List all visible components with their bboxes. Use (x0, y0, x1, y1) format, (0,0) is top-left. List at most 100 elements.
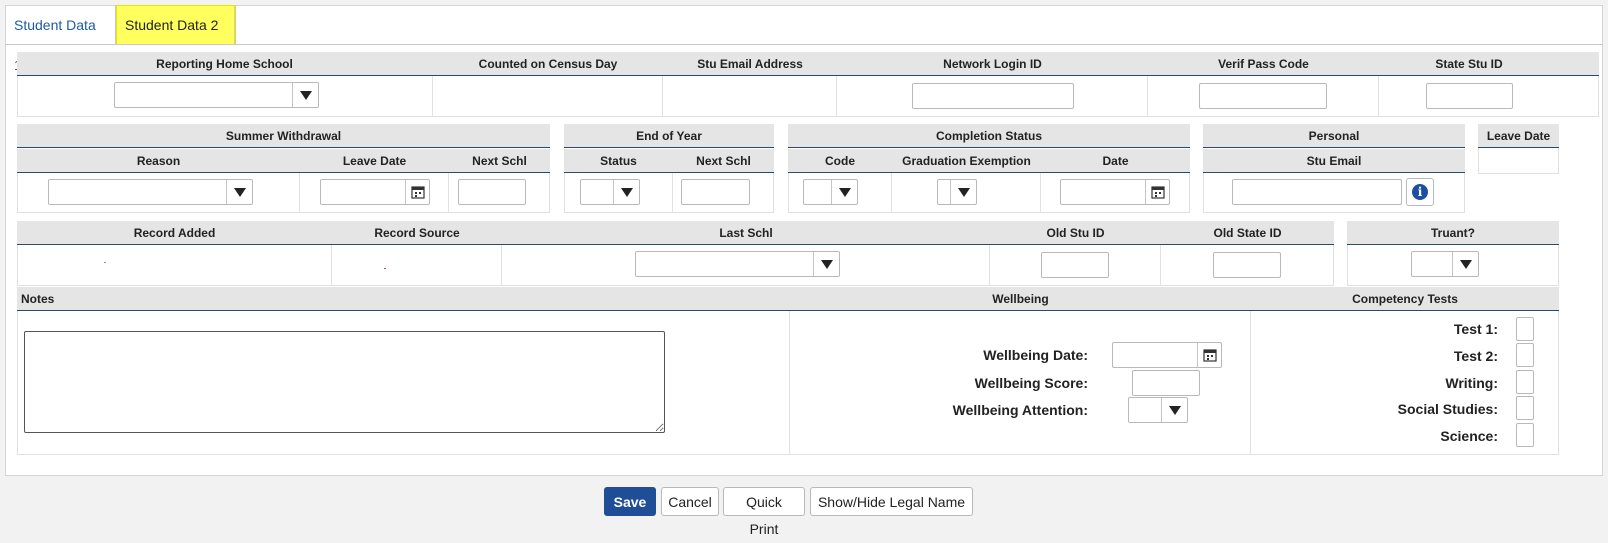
truant-header: Truant? (1347, 221, 1559, 245)
network-login-id-label: Network Login ID (943, 57, 1042, 71)
chevron-down-icon[interactable] (1452, 252, 1478, 276)
stu-email-input[interactable] (1232, 179, 1402, 205)
end-of-year-header: End of Year (564, 124, 774, 148)
divider (1040, 173, 1041, 213)
leave-date-label: Leave Date (342, 154, 407, 168)
next-schl-label: Next Schl (472, 154, 527, 168)
info-icon: i (1412, 184, 1428, 200)
divider (662, 76, 663, 117)
stu-email-address-label: Stu Email Address (697, 57, 803, 71)
verif-pass-code-label: Verif Pass Code (1218, 57, 1309, 71)
leave-date-input[interactable] (320, 179, 430, 205)
test1-input[interactable] (1516, 317, 1534, 341)
chevron-down-icon[interactable] (292, 83, 318, 107)
wellbeing-score-label: Wellbeing Score: (974, 375, 1088, 391)
completion-status-header: Completion Status (788, 124, 1190, 148)
completion-date-input[interactable] (1060, 179, 1170, 205)
graduation-exemption-select[interactable] (937, 179, 977, 205)
date-label: Date (1102, 154, 1129, 168)
divider (836, 76, 837, 117)
old-stu-id-input[interactable] (1041, 252, 1109, 278)
truant-select[interactable] (1411, 251, 1479, 277)
reason-label: Reason (136, 154, 181, 168)
divider (432, 76, 433, 117)
reporting-home-school-select[interactable] (114, 82, 319, 108)
record-added-label: Record Added (133, 226, 216, 240)
notes-textarea[interactable] (24, 331, 665, 433)
science-input[interactable] (1516, 423, 1534, 447)
reason-select[interactable] (48, 179, 253, 205)
wellbeing-score-input[interactable] (1132, 370, 1200, 396)
test2-label: Test 2: (1453, 348, 1498, 364)
tab-bar: Student Data 1 Student Data 2 (5, 5, 1603, 73)
old-stu-id-label: Old Stu ID (1046, 226, 1105, 240)
divider (331, 245, 332, 286)
divider (501, 245, 502, 286)
state-stu-id-input[interactable] (1426, 83, 1513, 109)
divider (448, 173, 449, 213)
quick-print-button[interactable]: Quick Print (723, 487, 805, 537)
graduation-exemption-label: Graduation Exemption (902, 154, 1031, 168)
wellbeing-attention-select[interactable] (1128, 397, 1188, 423)
save-button[interactable]: Save (604, 487, 656, 516)
chevron-down-icon[interactable] (613, 180, 639, 204)
wellbeing-attention-label: Wellbeing Attention: (952, 402, 1088, 418)
social-studies-input[interactable] (1516, 396, 1534, 420)
chevron-down-icon[interactable] (831, 180, 857, 204)
code-label: Code (825, 154, 855, 168)
tab-divider (5, 44, 1603, 45)
chevron-down-icon[interactable] (226, 180, 252, 204)
show-hide-legal-name-button[interactable]: Show/Hide Legal Name (810, 487, 973, 516)
last-schl-select[interactable] (635, 251, 840, 277)
eoy-status-select[interactable] (580, 179, 640, 205)
writing-label: Writing: (1445, 375, 1498, 391)
divider (299, 173, 300, 213)
tab-student-data-2[interactable]: Student Data 2 (115, 5, 236, 45)
chevron-down-icon[interactable] (813, 252, 839, 276)
state-stu-id-label: State Stu ID (1435, 57, 1503, 71)
divider (1250, 311, 1251, 455)
calendar-icon[interactable] (405, 180, 429, 204)
tab-student-data-1[interactable]: Student Data 1 (5, 5, 116, 73)
eoy-next-schl-input[interactable] (681, 179, 750, 205)
counted-on-census-day-label: Counted on Census Day (478, 57, 618, 71)
leave-date-body (1478, 148, 1559, 174)
record-source-value (384, 268, 386, 269)
record-source-label: Record Source (374, 226, 460, 240)
wellbeing-date-input[interactable] (1112, 342, 1222, 368)
divider (1160, 245, 1161, 286)
test2-input[interactable] (1516, 343, 1534, 367)
personal-subheader: Stu Email (1203, 149, 1465, 173)
network-login-id-input[interactable] (912, 83, 1074, 109)
verif-pass-code-input[interactable] (1199, 83, 1327, 109)
divider (989, 245, 990, 286)
divider (789, 311, 790, 455)
cancel-button[interactable]: Cancel (661, 487, 719, 516)
divider (891, 173, 892, 213)
divider (1378, 76, 1379, 117)
old-state-id-label: Old State ID (1213, 226, 1282, 240)
wellbeing-label: Wellbeing (992, 292, 1049, 306)
reporting-home-school-label: Reporting Home School (156, 57, 293, 71)
status-label: Status (600, 154, 637, 168)
chevron-down-icon[interactable] (1161, 398, 1187, 422)
next-schl-input[interactable] (458, 179, 526, 205)
old-state-id-input[interactable] (1213, 252, 1281, 278)
calendar-icon[interactable] (1197, 343, 1221, 367)
chevron-down-icon[interactable] (950, 180, 976, 204)
calendar-icon[interactable] (1145, 180, 1169, 204)
next-schl-label: Next Schl (696, 154, 751, 168)
record-added-value (104, 262, 106, 263)
social-studies-label: Social Studies: (1397, 401, 1498, 417)
divider (1147, 76, 1148, 117)
divider (672, 173, 673, 213)
wellbeing-date-label: Wellbeing Date: (983, 347, 1088, 363)
personal-header: Personal (1203, 124, 1465, 148)
info-button[interactable]: i (1406, 178, 1434, 206)
competency-tests-label: Competency Tests (1352, 292, 1458, 306)
test1-label: Test 1: (1453, 321, 1498, 337)
last-schl-label: Last Schl (719, 226, 773, 240)
code-select[interactable] (803, 179, 858, 205)
writing-input[interactable] (1516, 370, 1534, 394)
science-label: Science: (1440, 428, 1498, 444)
